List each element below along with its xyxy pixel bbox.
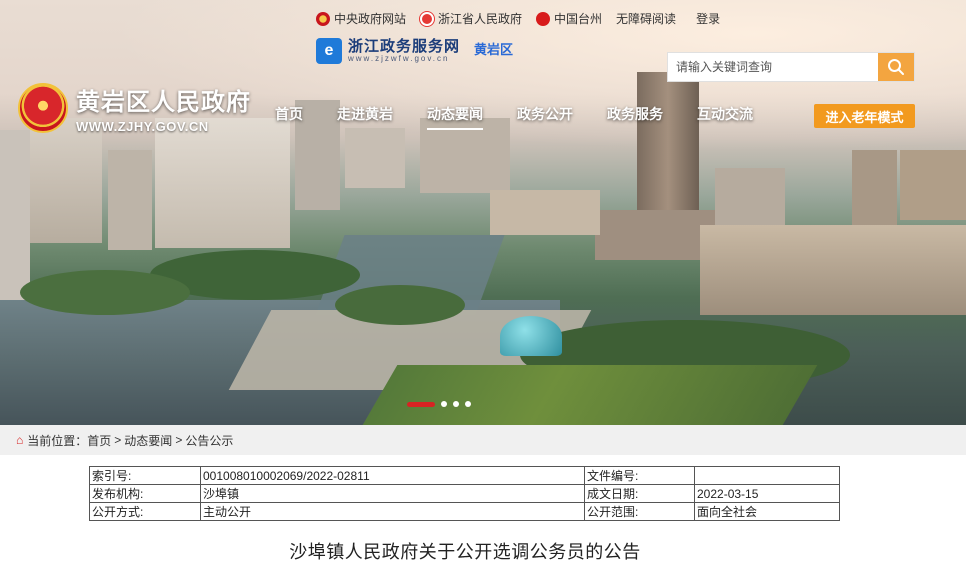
slider-dot[interactable]: [465, 401, 471, 407]
hero-banner: 中央政府网站 浙江省人民政府 中国台州 无障碍阅读 登录 e 浙江政务服务网 w…: [0, 0, 966, 425]
national-emblem-icon: [316, 11, 330, 26]
breadcrumb-home[interactable]: 首页: [87, 432, 111, 449]
service-portal-area: 黄岩区: [474, 41, 514, 57]
breadcrumb-separator: >: [175, 433, 183, 447]
service-portal-url: www.zjzwfw.gov.cn: [348, 53, 450, 63]
site-title: 黄岩区人民政府: [76, 88, 251, 116]
nav-item-home[interactable]: 首页: [275, 104, 303, 130]
building: [490, 190, 600, 235]
meta-key: 文件编号:: [584, 466, 695, 485]
meta-key: 发布机构:: [89, 484, 201, 503]
breadcrumb-separator: >: [114, 433, 122, 447]
meta-value: 主动公开: [200, 502, 585, 521]
meta-key: 公开范围:: [584, 502, 695, 521]
nav-item-services[interactable]: 政务服务: [607, 104, 663, 130]
glass-dome: [500, 316, 562, 356]
link-china-taizhou[interactable]: 中国台州: [536, 10, 602, 27]
breadcrumb: ⌂ 当前位置： 首页 > 动态要闻 > 公告公示: [0, 425, 966, 455]
top-links: 中央政府网站 浙江省人民政府 中国台州 无障碍阅读 登录: [316, 10, 720, 27]
meta-key: 公开方式:: [89, 502, 201, 521]
document-meta-table: 索引号: 001008010002069/2022-02811 文件编号: 发布…: [89, 466, 840, 521]
table-row: 发布机构: 沙埠镇 成文日期: 2022-03-15: [89, 484, 840, 503]
breadcrumb-prefix: 当前位置：: [27, 433, 88, 448]
building: [155, 118, 290, 248]
building: [345, 128, 405, 188]
breadcrumb-news[interactable]: 动态要闻: [124, 432, 172, 449]
brand-text: 黄岩区人民政府 WWW.ZJHY.GOV.CN: [76, 82, 251, 134]
trees: [335, 285, 465, 325]
meta-key: 成文日期:: [584, 484, 695, 503]
link-label: 浙江省人民政府: [438, 12, 523, 26]
meta-value: [694, 466, 840, 485]
zhejiang-logo-icon: [420, 11, 435, 26]
link-label: 无障碍阅读: [616, 12, 677, 26]
nav-item-news[interactable]: 动态要闻: [427, 104, 483, 130]
nav-item-about[interactable]: 走进黄岩: [337, 104, 393, 130]
link-login[interactable]: 登录: [696, 10, 720, 27]
building: [852, 150, 897, 225]
link-accessible-reading[interactable]: 无障碍阅读: [616, 10, 676, 27]
search-icon: [888, 59, 904, 75]
site-brand[interactable]: 黄岩区人民政府 WWW.ZJHY.GOV.CN: [18, 82, 251, 134]
service-portal-logo-icon: e: [316, 38, 342, 64]
building: [900, 150, 966, 220]
slider-dot[interactable]: [441, 401, 447, 407]
main-nav: 首页 走进黄岩 动态要闻 政务公开 政务服务 互动交流: [275, 104, 787, 130]
slider-dots: [407, 401, 471, 407]
nav-item-interaction[interactable]: 互动交流: [697, 104, 753, 130]
lawn: [362, 365, 818, 425]
slider-dot[interactable]: [453, 401, 459, 407]
slider-dot[interactable]: [407, 401, 435, 407]
meta-key: 索引号:: [89, 466, 201, 485]
meta-value: 001008010002069/2022-02811: [200, 466, 585, 485]
service-portal-text: 浙江政务服务网 www.zjzwfw.gov.cn: [348, 38, 460, 63]
meta-value: 2022-03-15: [694, 484, 840, 503]
breadcrumb-notices[interactable]: 公告公示: [185, 432, 233, 449]
link-label: 登录: [696, 12, 721, 26]
meta-value: 面向全社会: [694, 502, 840, 521]
service-portal-link[interactable]: e 浙江政务服务网 www.zjzwfw.gov.cn 黄岩区: [316, 38, 513, 64]
link-zhejiang-government[interactable]: 浙江省人民政府: [420, 10, 522, 27]
home-icon: ⌂: [16, 433, 24, 447]
taizhou-logo-icon: [536, 11, 551, 26]
site-url: WWW.ZJHY.GOV.CN: [76, 119, 209, 134]
nav-item-gov-affairs[interactable]: 政务公开: [517, 104, 573, 130]
search-button[interactable]: [878, 53, 914, 81]
meta-value: 沙埠镇: [200, 484, 585, 503]
national-emblem-icon: [18, 83, 68, 133]
trees: [20, 270, 190, 315]
building: [30, 118, 102, 243]
table-row: 公开方式: 主动公开 公开范围: 面向全社会: [89, 502, 840, 521]
search-input[interactable]: [668, 53, 878, 81]
link-label: 中央政府网站: [334, 12, 407, 26]
houses: [700, 225, 966, 315]
table-row: 索引号: 001008010002069/2022-02811 文件编号:: [89, 466, 840, 485]
building: [108, 150, 152, 250]
building: [715, 168, 785, 228]
link-central-government[interactable]: 中央政府网站: [316, 10, 406, 27]
link-label: 中国台州: [554, 12, 603, 26]
search-box: [667, 52, 915, 82]
service-portal-name: 浙江政务服务网: [348, 37, 461, 56]
article-title: 沙埠镇人民政府关于公开选调公务员的公告: [289, 542, 641, 562]
elder-mode-button[interactable]: 进入老年模式: [814, 104, 915, 128]
